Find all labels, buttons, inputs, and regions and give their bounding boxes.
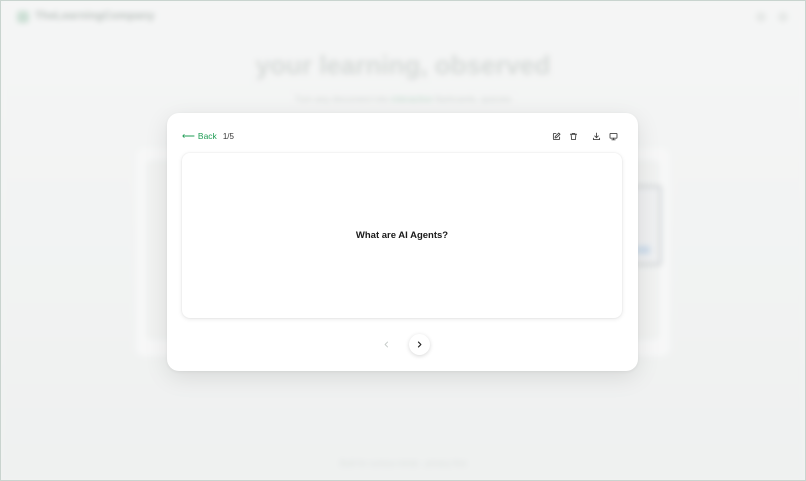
- modal-header: ⟵ Back 1/5: [182, 129, 620, 143]
- flashcard-question: What are AI Agents?: [355, 230, 449, 241]
- chevron-left-icon: [384, 341, 388, 348]
- next-card-button[interactable]: [408, 334, 430, 355]
- arrow-left-icon: ⟵: [182, 130, 195, 141]
- card-toolbar: [549, 129, 620, 143]
- previous-card-button[interactable]: [376, 334, 397, 355]
- back-label: Back: [197, 131, 217, 141]
- download-icon[interactable]: [589, 129, 603, 143]
- edit-icon[interactable]: [549, 129, 563, 143]
- chevron-right-icon: [417, 341, 421, 348]
- flashcard-modal: ⟵ Back 1/5 What are AI Agents?: [167, 113, 638, 371]
- card-navigation: [167, 334, 638, 355]
- trash-icon[interactable]: [566, 129, 580, 143]
- flashcard[interactable]: What are AI Agents?: [182, 153, 622, 318]
- back-button[interactable]: ⟵ Back: [182, 131, 217, 141]
- card-counter: 1/5: [222, 131, 234, 141]
- present-icon[interactable]: [606, 129, 620, 143]
